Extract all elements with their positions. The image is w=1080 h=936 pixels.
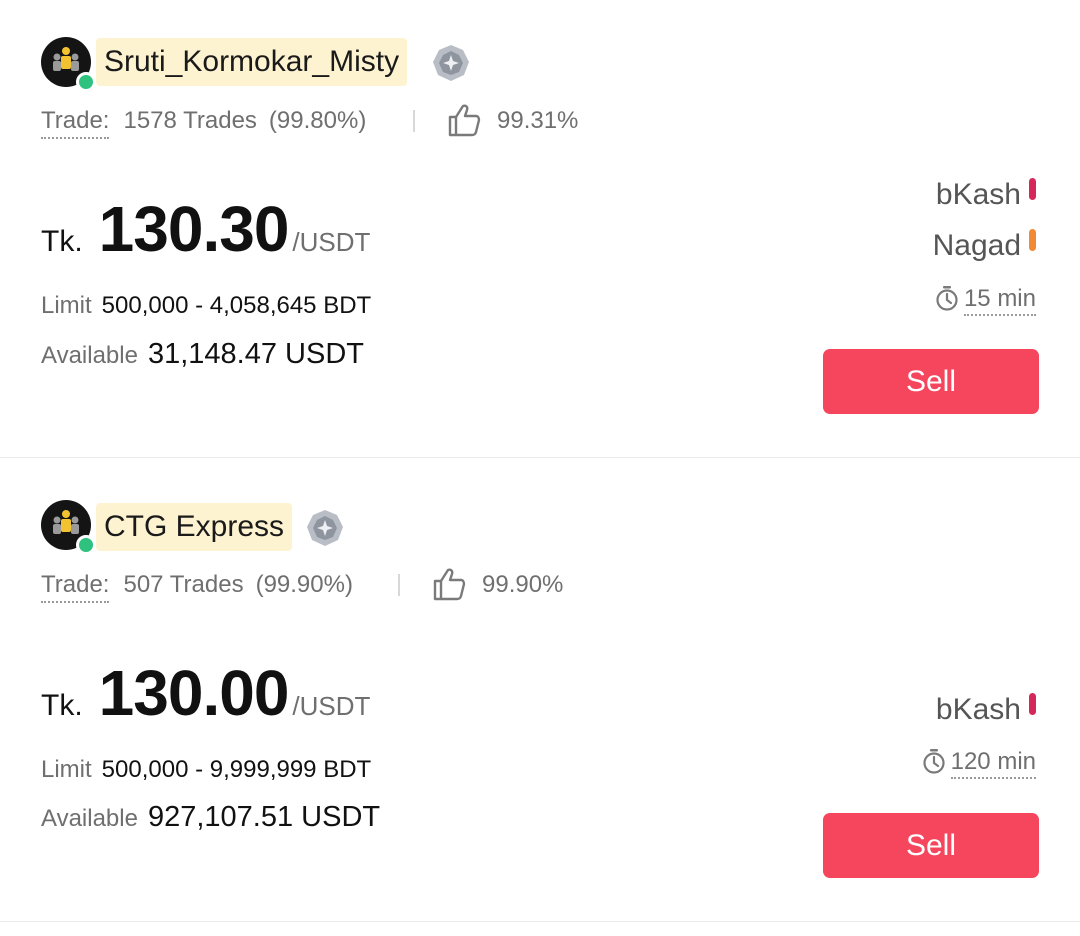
- trade-count: 507 Trades: [123, 571, 244, 598]
- merchant-name[interactable]: Sruti_Kormokar_Misty: [96, 38, 408, 86]
- price-unit: /USDT: [292, 227, 371, 257]
- online-status-dot: [76, 72, 96, 92]
- positive-rate: 99.90%: [482, 571, 564, 598]
- limit-label: Limit: [41, 292, 92, 319]
- online-status-dot: [76, 535, 96, 555]
- price-value: 130.30: [98, 193, 290, 265]
- sell-button[interactable]: Sell: [823, 813, 1039, 878]
- limit-label: Limit: [41, 756, 92, 783]
- payment-color-tag: [1029, 178, 1036, 200]
- price-row: Tk. 130.30/USDT: [41, 192, 370, 266]
- listing-card: CTG Express Trade: 507 Trades (99.90%) 99.…: [0, 458, 1080, 922]
- completion-rate: (99.80%): [268, 107, 367, 134]
- avatar[interactable]: [41, 37, 96, 92]
- available-value: 31,148.47 USDT: [147, 338, 364, 370]
- limit-row: Limit 500,000 - 9,999,999 BDT: [41, 756, 371, 784]
- payment-method: Nagad: [933, 229, 1036, 263]
- trade-stats: Trade: 1578 Trades (99.80%): [41, 107, 366, 139]
- available-value: 927,107.51 USDT: [147, 801, 381, 833]
- available-label: Available: [41, 342, 138, 369]
- timer-icon: [923, 749, 945, 774]
- merchant-badge-icon: [433, 45, 469, 81]
- limit-row: Limit 500,000 - 4,058,645 BDT: [41, 292, 371, 320]
- positive-rate: 99.31%: [497, 107, 579, 134]
- merchant-name[interactable]: CTG Express: [96, 503, 293, 551]
- available-row: Available 927,107.51 USDT: [41, 801, 380, 834]
- payment-color-tag: [1029, 229, 1036, 251]
- currency-label: Tk.: [41, 225, 83, 258]
- price-row: Tk. 130.00/USDT: [41, 656, 370, 730]
- divider: [398, 574, 400, 596]
- payment-method: bKash: [936, 178, 1036, 212]
- price-value: 130.00: [98, 657, 290, 729]
- thumbs-up-icon: [448, 104, 481, 137]
- trade-count: 1578 Trades: [123, 107, 257, 134]
- trade-label[interactable]: Trade:: [41, 571, 110, 603]
- payment-time-limit: 120 min: [921, 748, 1036, 779]
- merchant-badge-icon: [307, 510, 343, 546]
- timer-icon: [936, 286, 958, 311]
- limit-value: 500,000 - 4,058,645 BDT: [101, 292, 372, 319]
- time-limit-value[interactable]: 15 min: [963, 285, 1036, 316]
- time-limit-value[interactable]: 120 min: [950, 748, 1036, 779]
- trade-label[interactable]: Trade:: [41, 107, 110, 139]
- divider: [413, 110, 415, 132]
- payment-time-limit: 15 min: [934, 285, 1036, 316]
- avatar[interactable]: [41, 500, 96, 555]
- completion-rate: (99.90%): [255, 571, 353, 598]
- available-row: Available 31,148.47 USDT: [41, 338, 364, 371]
- listing-card: Sruti_Kormokar_Misty Trade: 1578 Trades (9…: [0, 0, 1080, 458]
- available-label: Available: [41, 805, 138, 832]
- thumbs-up-icon: [433, 568, 466, 601]
- payment-color-tag: [1029, 693, 1036, 715]
- trade-stats: Trade: 507 Trades (99.90%): [41, 571, 353, 603]
- price-unit: /USDT: [292, 691, 371, 721]
- sell-button[interactable]: Sell: [823, 349, 1039, 414]
- payment-method: bKash: [936, 693, 1036, 727]
- limit-value: 500,000 - 9,999,999 BDT: [101, 756, 372, 783]
- currency-label: Tk.: [41, 689, 83, 722]
